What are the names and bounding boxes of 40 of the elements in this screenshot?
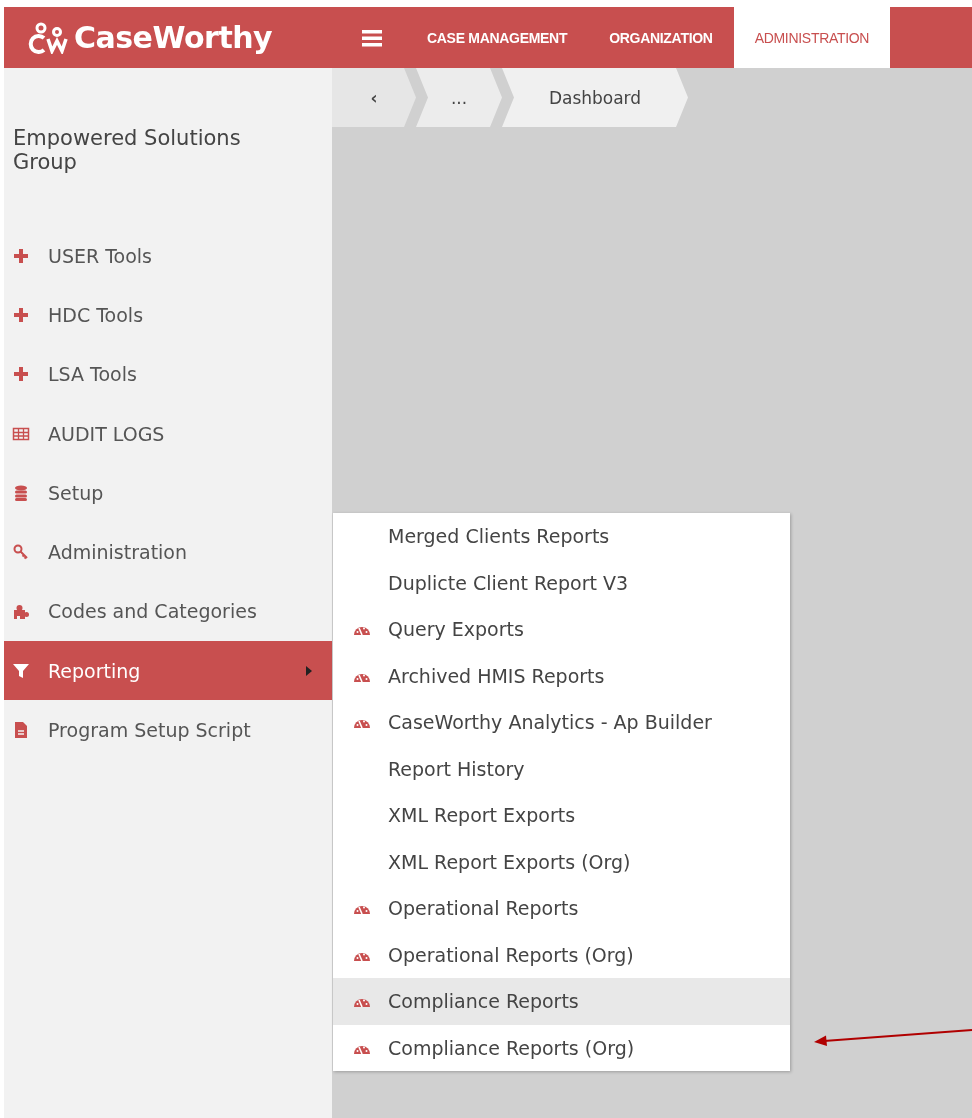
menu-item[interactable]: XML Report Exports bbox=[333, 792, 790, 839]
menu-item[interactable]: Compliance Reports (Org) bbox=[333, 1024, 790, 1071]
caret-icon bbox=[306, 665, 312, 676]
sidebar-item[interactable]: LSA Tools bbox=[4, 344, 332, 404]
database-icon bbox=[12, 483, 30, 502]
menu-item[interactable]: CaseWorthy Analytics - Ap Builder bbox=[333, 699, 790, 746]
plus-icon bbox=[12, 246, 30, 265]
breadcrumb-item[interactable]: ... bbox=[416, 68, 502, 127]
sidebar-item[interactable]: Program Setup Script bbox=[4, 700, 332, 760]
menu-item[interactable]: Archived HMIS Reports bbox=[333, 652, 790, 699]
nav-tab[interactable]: ORGANIZATION bbox=[588, 7, 734, 68]
puzzle-icon bbox=[12, 602, 30, 621]
sidebar-item[interactable]: AUDIT LOGS bbox=[4, 403, 332, 464]
menu-item[interactable]: Operational Reports bbox=[333, 885, 790, 932]
sidebar-item[interactable]: HDC Tools bbox=[4, 285, 332, 345]
sidebar-item[interactable]: Setup bbox=[4, 463, 332, 523]
plus-icon bbox=[12, 305, 30, 324]
breadcrumb-item[interactable]: ‹ bbox=[332, 68, 416, 127]
file-icon bbox=[12, 721, 30, 739]
sidebar-item[interactable]: Codes and Categories bbox=[4, 581, 332, 642]
breadcrumb-item[interactable]: Dashboard bbox=[502, 68, 688, 127]
plus-icon bbox=[12, 365, 30, 384]
sidebar-item[interactable]: Reporting bbox=[4, 641, 332, 701]
sidebar-item[interactable]: Administration bbox=[4, 522, 332, 582]
caseworthy-logo[interactable]: CaseWorthy bbox=[4, 7, 334, 68]
filter-icon bbox=[12, 661, 30, 680]
menu-item[interactable]: Merged Clients Reports bbox=[333, 513, 790, 560]
menu-item[interactable]: XML Report Exports (Org) bbox=[333, 838, 790, 885]
nav-tab[interactable]: CASE MANAGEMENT bbox=[406, 7, 589, 68]
menu-item[interactable]: Compliance Reports bbox=[333, 978, 790, 1025]
menu-icon[interactable] bbox=[362, 28, 382, 47]
menu-item[interactable]: Query Exports bbox=[333, 606, 790, 653]
menu-item[interactable]: Duplicte Client Report V3 bbox=[333, 559, 790, 606]
logo-icon bbox=[28, 21, 68, 54]
nav-tab[interactable]: ADMINISTRATION bbox=[733, 7, 891, 68]
key-icon bbox=[12, 543, 30, 562]
sidebar-item[interactable]: USER Tools bbox=[4, 226, 332, 286]
menu-item[interactable]: Report History bbox=[333, 745, 790, 792]
menu-item[interactable]: Operational Reports (Org) bbox=[333, 931, 790, 978]
organization-name: Empowered Solutions Group bbox=[12, 125, 242, 174]
